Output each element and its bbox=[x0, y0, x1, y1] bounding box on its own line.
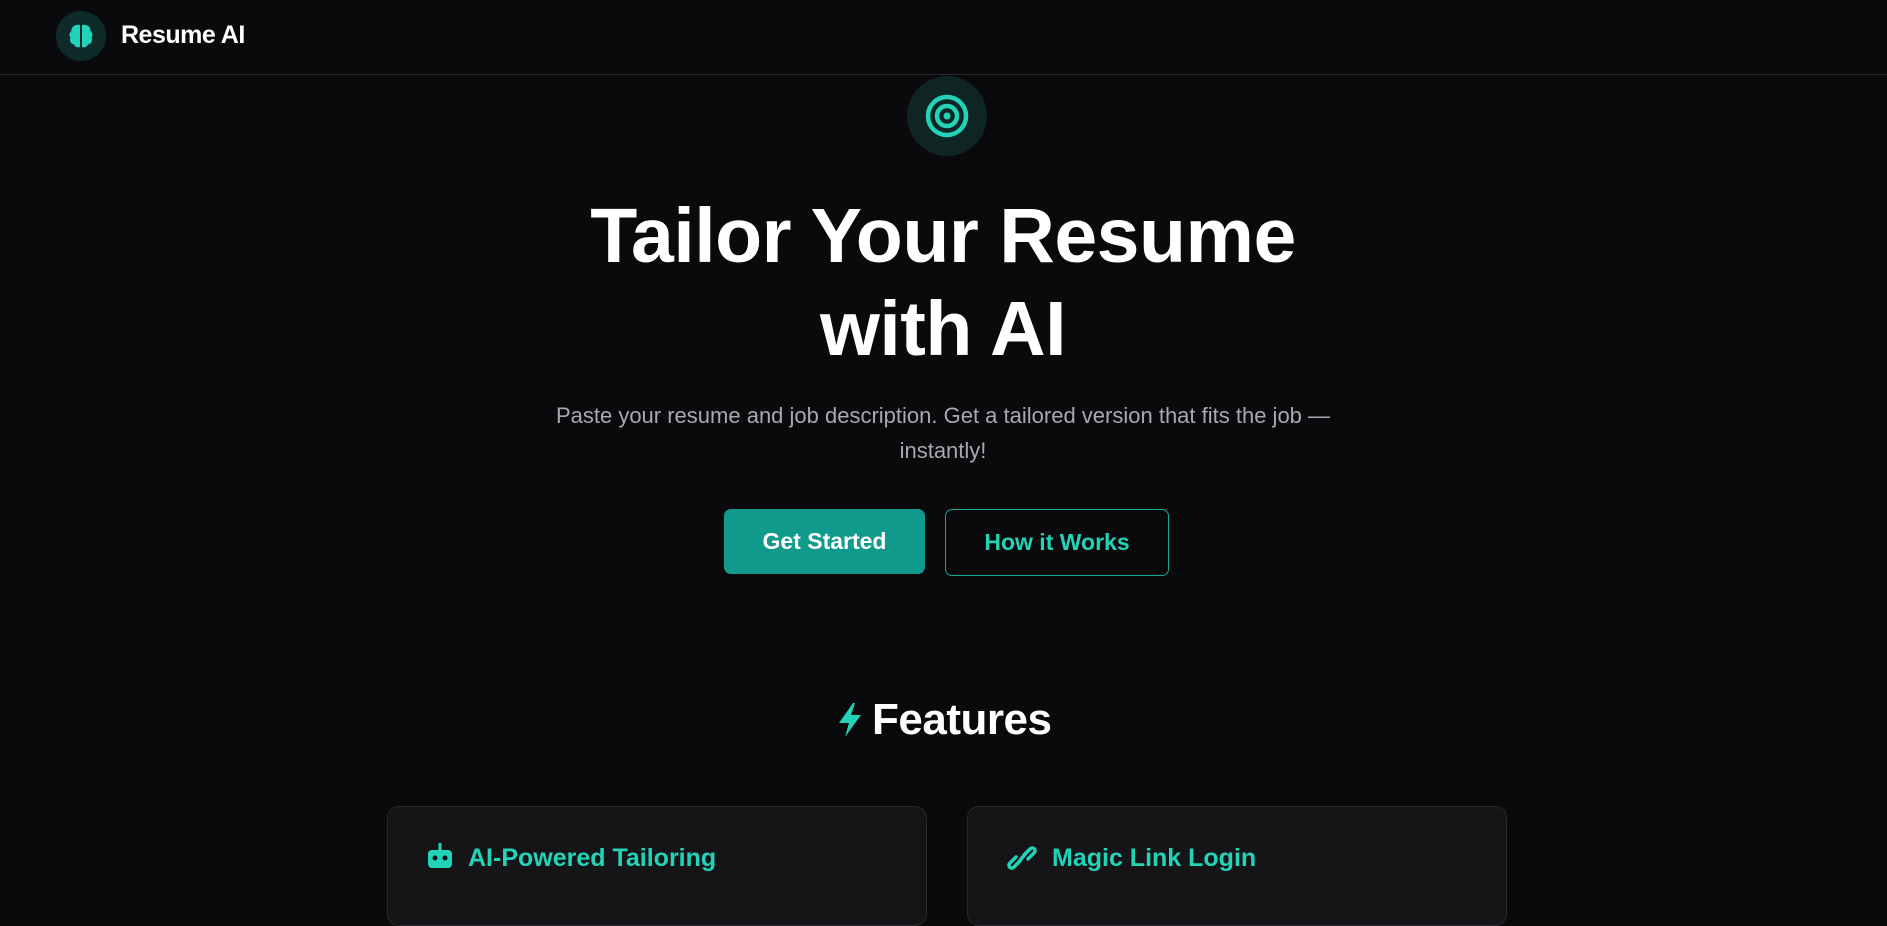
brain-icon bbox=[66, 21, 96, 51]
top-navbar: Resume AI bbox=[0, 0, 1887, 75]
features-heading: Features bbox=[836, 694, 1052, 746]
feature-card-ai-tailoring: AI-Powered Tailoring bbox=[387, 806, 927, 926]
feature-card-title: Magic Link Login bbox=[1052, 844, 1257, 872]
robot-icon bbox=[426, 843, 454, 873]
hero-title: Tailor Your Resume with AI bbox=[443, 190, 1443, 376]
features-title: Features bbox=[872, 695, 1052, 744]
feature-card-magic-link: Magic Link Login bbox=[967, 806, 1507, 926]
get-started-button[interactable]: Get Started bbox=[724, 509, 925, 574]
app-name[interactable]: Resume AI bbox=[121, 20, 245, 50]
hero-subtitle: Paste your resume and job description. G… bbox=[555, 403, 1331, 463]
hero-icon-badge bbox=[907, 76, 987, 156]
how-it-works-button[interactable]: How it Works bbox=[945, 509, 1169, 576]
lightning-icon bbox=[836, 702, 864, 738]
hero-title-line-2: with AI bbox=[820, 286, 1067, 372]
logo[interactable] bbox=[56, 11, 106, 61]
link-icon bbox=[1006, 843, 1038, 873]
hero-title-line-1: Tailor Your Resume bbox=[590, 193, 1296, 279]
feature-card-title: AI-Powered Tailoring bbox=[468, 844, 717, 872]
target-icon bbox=[924, 93, 970, 139]
